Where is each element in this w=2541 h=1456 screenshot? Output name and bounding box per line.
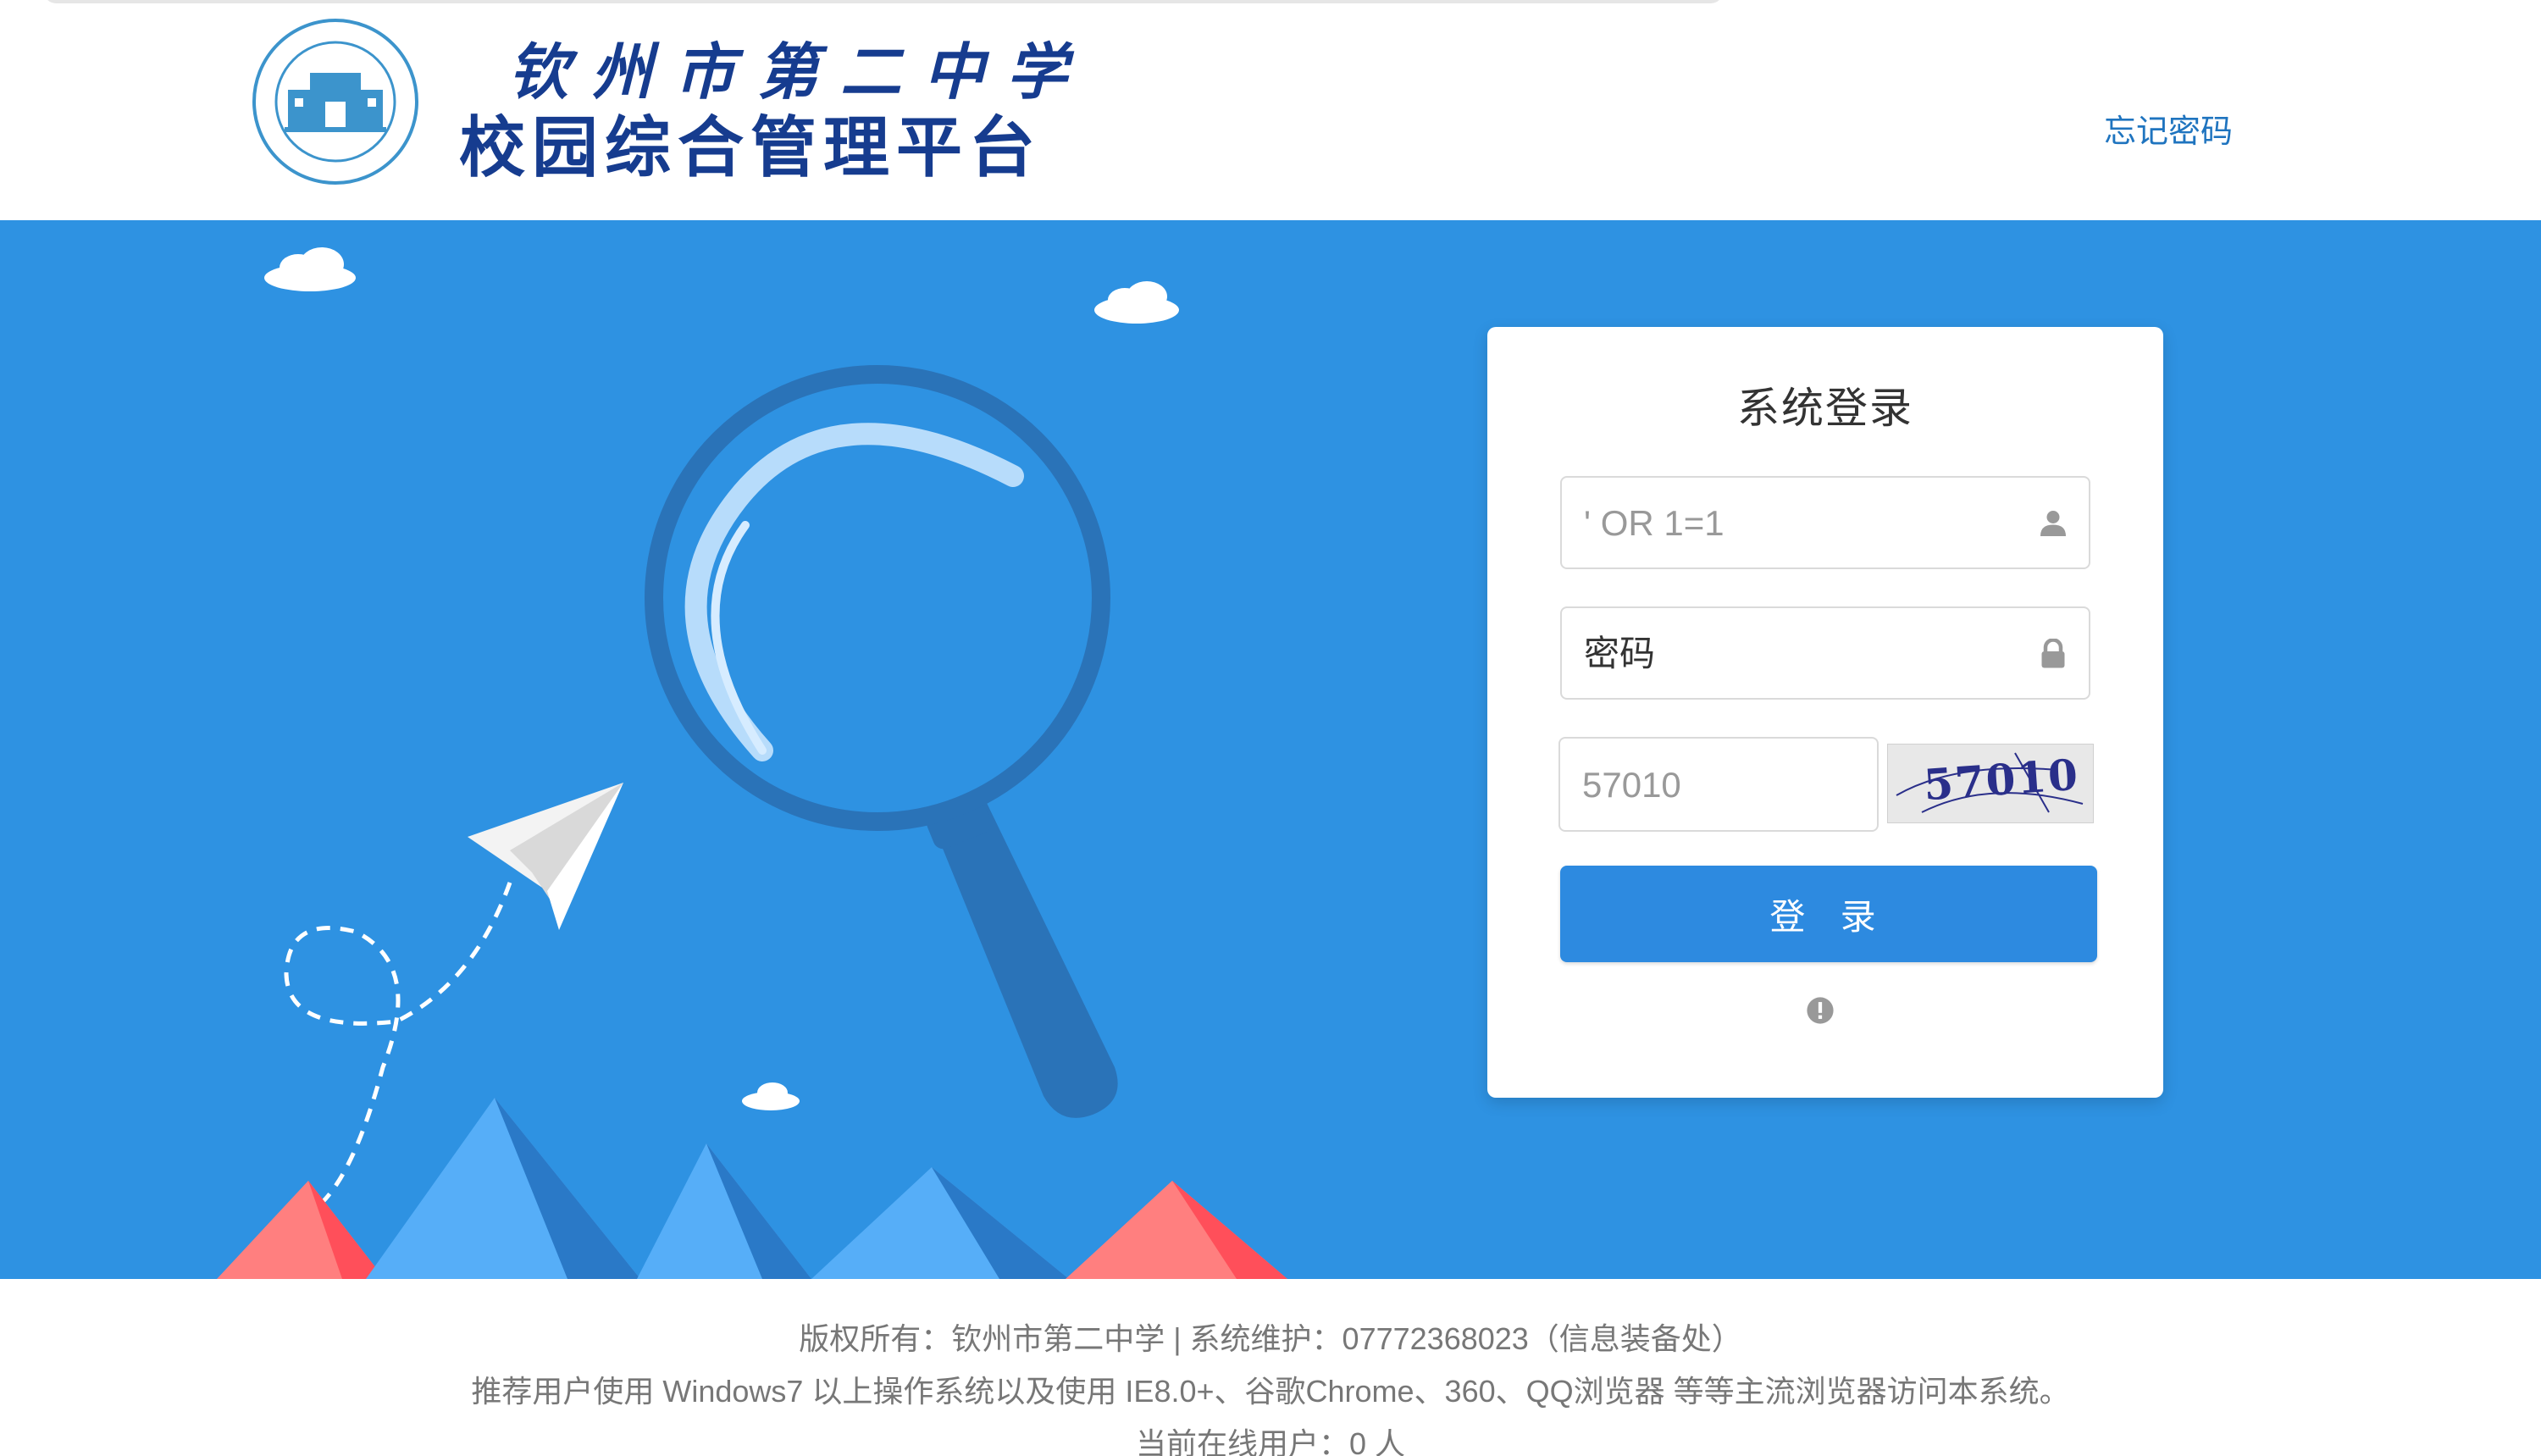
footer-copyright: 版权所有：钦州市第二中学 | 系统维护：07772368023（信息装备处） — [799, 1321, 1742, 1356]
footer-online-users: 当前在线用户：0 人 — [1135, 1426, 1406, 1456]
cloud-icon — [1094, 281, 1179, 324]
banner-illustration — [217, 247, 1287, 1279]
password-input[interactable] — [1582, 608, 2026, 700]
username-field[interactable] — [1560, 476, 2090, 569]
login-page: 钦州市第二中学 校园综合管理平台 忘记密码 系统登录 ' OR 1=1 5701… — [0, 0, 2541, 1456]
login-button[interactable]: 登 录 — [1560, 866, 2097, 962]
logo-platform-name: 校园综合管理平台 — [459, 110, 1043, 186]
forgot-password-link[interactable]: 忘记密码 — [2104, 105, 2233, 152]
school-seal-logo — [252, 19, 418, 185]
login-card: 系统登录 57010 登 录 — [1487, 327, 2163, 1098]
captcha-image[interactable]: 57010 — [1887, 744, 2094, 823]
header: 钦州市第二中学 校园综合管理平台 忘记密码 — [0, 0, 2541, 220]
cloud-icon — [264, 247, 356, 291]
cloud-icon — [742, 1082, 800, 1110]
footer-browser-hint: 推荐用户使用 Windows7 以上操作系统以及使用 IE8.0+、谷歌Chro… — [471, 1374, 2070, 1409]
password-field[interactable] — [1560, 606, 2090, 700]
lock-icon — [2041, 639, 2065, 668]
logo-school-name: 钦州市第二中学 — [508, 36, 1090, 108]
captcha-field[interactable] — [1558, 737, 1879, 832]
info-icon — [1807, 997, 1834, 1024]
mountains-illustration — [217, 1098, 1287, 1279]
top-edge-bar — [44, 0, 1723, 3]
magnifier-illustration — [645, 365, 1118, 1118]
footer: 版权所有：钦州市第二中学 | 系统维护：07772368023（信息装备处） 推… — [0, 1279, 2541, 1456]
captcha-input[interactable] — [1581, 739, 1863, 832]
login-title: 系统登录 — [1737, 384, 1913, 433]
paper-plane-illustration — [468, 783, 623, 930]
user-icon — [2040, 511, 2066, 536]
username-input[interactable] — [1582, 478, 2026, 569]
